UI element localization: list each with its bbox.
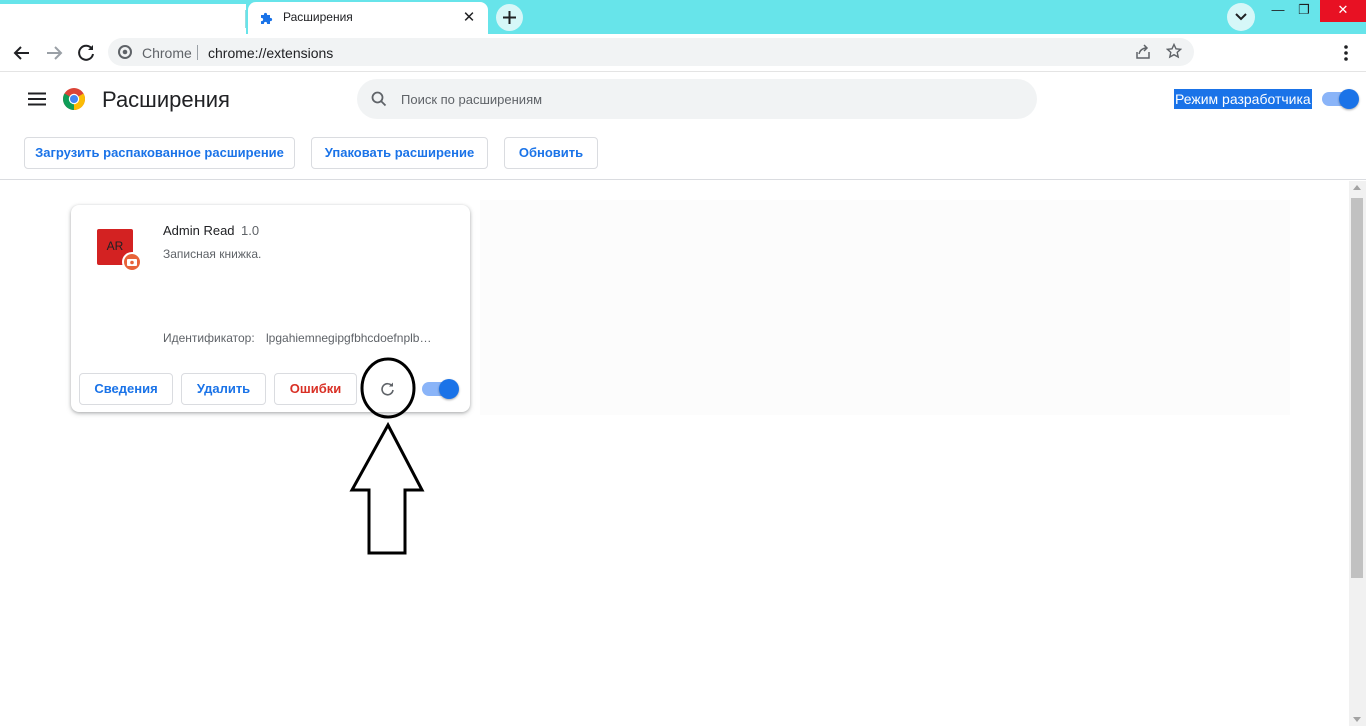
content-area: [480, 200, 1290, 415]
extension-description: Записная книжка.: [163, 247, 262, 261]
omnibox-site-name: Chrome: [142, 45, 192, 61]
window-close-button[interactable]: ✕: [1320, 0, 1366, 22]
scroll-thumb[interactable]: [1351, 198, 1363, 578]
pack-extension-button[interactable]: Упаковать расширение: [311, 137, 488, 169]
reload-icon: [381, 382, 394, 396]
load-unpacked-button[interactable]: Загрузить распакованное расширение: [24, 137, 295, 169]
arrow-right-icon: [47, 46, 63, 60]
chevron-down-icon: [1235, 13, 1247, 21]
plus-icon: [503, 11, 516, 24]
back-button[interactable]: [9, 40, 35, 66]
search-input[interactable]: [401, 89, 1001, 109]
reload-extension-button[interactable]: [376, 378, 398, 400]
page-title: Расширения: [102, 87, 230, 112]
remove-button[interactable]: Удалить: [181, 373, 266, 405]
update-button[interactable]: Обновить: [504, 137, 598, 169]
arrow-left-icon: [13, 46, 29, 60]
reload-icon: [78, 44, 94, 61]
hamburger-menu-icon[interactable]: [27, 92, 47, 106]
developer-mode-toggle[interactable]: [1322, 89, 1359, 109]
chrome-site-icon: [118, 45, 132, 64]
unpacked-badge-icon: [122, 252, 142, 272]
forward-button[interactable]: [41, 40, 67, 66]
browser-menu-icon[interactable]: [1336, 43, 1356, 65]
new-tab-button[interactable]: [496, 4, 523, 31]
share-icon[interactable]: [1135, 44, 1151, 65]
extension-search[interactable]: [357, 79, 1037, 119]
page-scrollbar[interactable]: [1349, 181, 1366, 726]
tab-close-icon[interactable]: ✕: [460, 9, 478, 27]
tab-strip: Расширения ✕ — ❐ ✕: [0, 0, 1366, 34]
toggle-knob: [1339, 89, 1359, 109]
toggle-knob: [439, 379, 459, 399]
developer-mode-label[interactable]: Режим разработчика: [1174, 89, 1312, 109]
omnibox-url[interactable]: chrome://extensions: [208, 45, 333, 61]
reload-page-button[interactable]: [73, 40, 99, 66]
extension-enable-toggle[interactable]: [422, 379, 459, 399]
bookmark-star-icon[interactable]: [1165, 42, 1183, 64]
omnibox[interactable]: Chrome chrome://extensions: [108, 38, 1194, 66]
chrome-logo-icon: [62, 87, 86, 116]
browser-toolbar: Chrome chrome://extensions: [0, 34, 1366, 72]
extension-id-label: Идентификатор:: [163, 331, 255, 345]
extension-id: lpgahiemnegipgfbhcdoefnplb…: [266, 331, 432, 345]
extensions-header: Расширения Режим разработчика Загрузить …: [0, 72, 1366, 180]
search-icon: [371, 91, 387, 112]
errors-button[interactable]: Ошибки: [274, 373, 357, 405]
tab-extensions[interactable]: Расширения ✕: [248, 2, 488, 34]
extension-icon-text: AR: [106, 239, 124, 253]
scroll-down-arrow-icon[interactable]: [1353, 717, 1361, 722]
tab-title: Расширения: [283, 10, 353, 24]
puzzle-icon: [260, 11, 274, 25]
extension-name: Admin Read: [163, 223, 235, 238]
extension-card: AR Admin Read 1.0 Записная книжка. Идент…: [71, 205, 470, 412]
tab-search-button[interactable]: [1227, 3, 1255, 31]
tab-inactive[interactable]: [0, 4, 246, 34]
omnibox-separator: [197, 45, 198, 60]
annotation-arrow-icon: [349, 421, 425, 555]
maximize-button[interactable]: ❐: [1284, 0, 1324, 22]
details-button[interactable]: Сведения: [79, 373, 173, 405]
extension-version: 1.0: [241, 223, 260, 238]
scroll-up-arrow-icon[interactable]: [1353, 185, 1361, 190]
